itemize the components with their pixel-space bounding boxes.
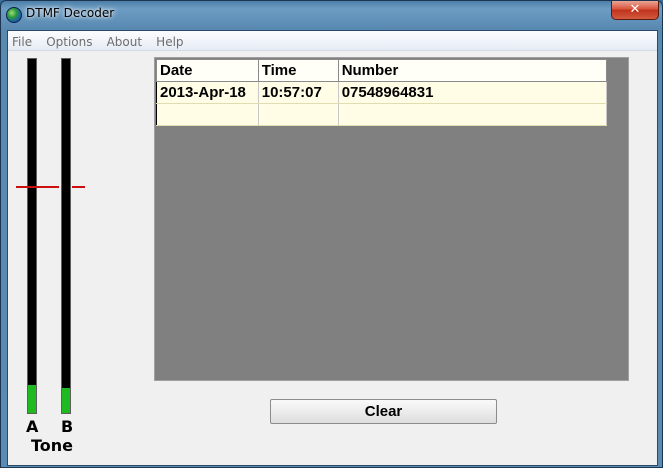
menu-file[interactable]: File — [8, 32, 37, 52]
window-title: DTMF Decoder — [26, 6, 115, 20]
table-row[interactable]: 2013-Apr-18 10:57:07 07548964831 — [156, 81, 608, 104]
meter-a-label: A — [26, 417, 39, 436]
column-header-date[interactable]: Date — [156, 59, 259, 82]
tone-meter-b — [61, 58, 71, 414]
tone-meter-b-fill — [62, 388, 70, 413]
menu-bar: File Options About Help — [8, 31, 657, 51]
menu-help[interactable]: Help — [152, 32, 188, 52]
cell-date[interactable] — [156, 103, 259, 126]
column-header-time[interactable]: Time — [257, 59, 339, 82]
cell-date[interactable]: 2013-Apr-18 — [156, 81, 259, 104]
tone-meter-a — [27, 58, 37, 414]
log-grid-area[interactable]: Date Time Number 2013-Apr-18 10:57:07 07… — [154, 57, 629, 381]
cell-time[interactable]: 10:57:07 — [258, 81, 339, 104]
app-window: DTMF Decoder ✕ File Options About Help A… — [0, 0, 663, 468]
cell-number[interactable]: 07548964831 — [338, 81, 608, 104]
client-area: File Options About Help A B Tone Date Ti… — [7, 30, 658, 466]
menu-about[interactable]: About — [103, 32, 147, 52]
threshold-marker-a — [16, 186, 40, 189]
table-row[interactable] — [156, 103, 608, 126]
title-bar[interactable]: DTMF Decoder ✕ — [1, 1, 663, 30]
cell-time[interactable] — [258, 103, 339, 126]
cell-number[interactable] — [338, 103, 608, 126]
close-button[interactable]: ✕ — [611, 1, 659, 20]
tone-meter-a-fill — [28, 384, 36, 413]
column-header-number[interactable]: Number — [337, 59, 608, 82]
threshold-marker-mid — [39, 186, 59, 189]
table-header-row: Date Time Number — [156, 59, 608, 82]
meter-b-label: B — [61, 417, 74, 436]
globe-icon — [6, 7, 22, 23]
tone-label: Tone — [31, 436, 74, 455]
log-table: Date Time Number 2013-Apr-18 10:57:07 07… — [156, 59, 608, 126]
menu-options[interactable]: Options — [42, 32, 97, 52]
threshold-marker-b — [72, 186, 85, 189]
clear-button[interactable]: Clear — [270, 399, 497, 424]
